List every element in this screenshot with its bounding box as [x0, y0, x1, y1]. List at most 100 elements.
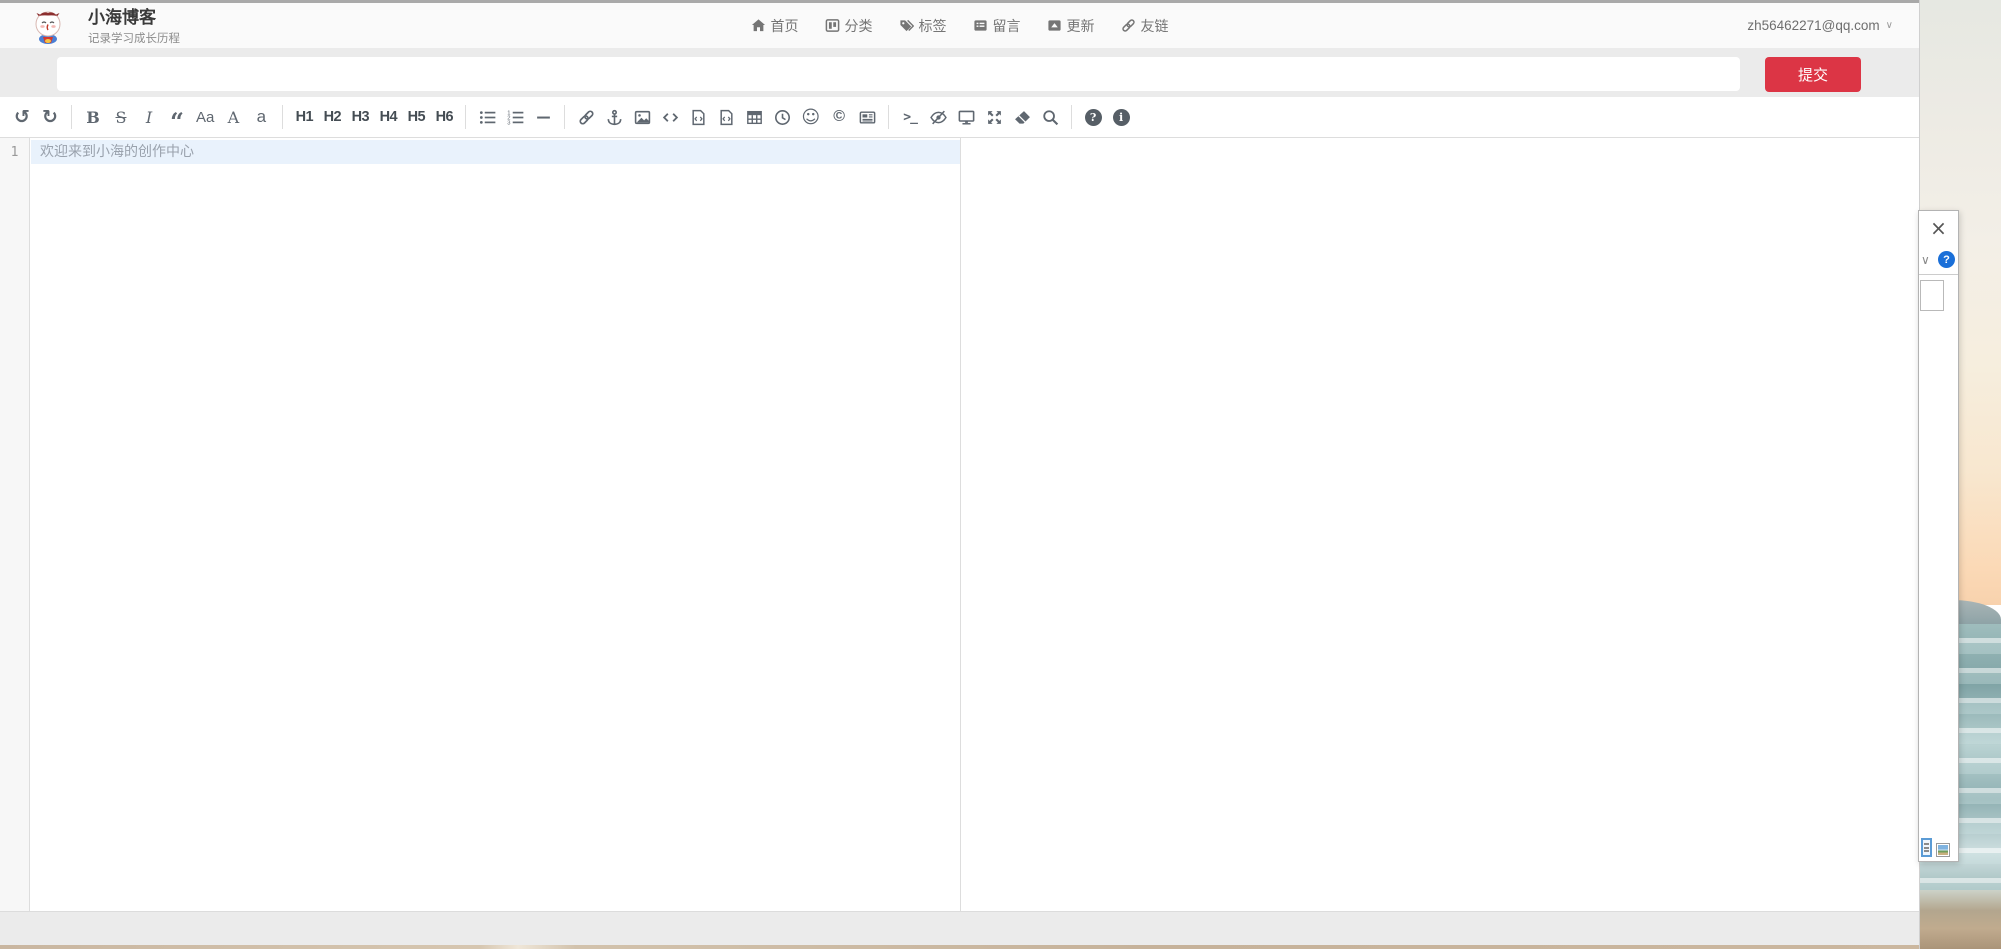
code-block-button[interactable]	[713, 102, 739, 132]
h1-button[interactable]: H1	[291, 102, 317, 132]
extension-popup: × ∨ ?	[1918, 210, 1959, 862]
goto-line-button[interactable]: >_	[897, 102, 923, 132]
search-button[interactable]	[1037, 102, 1063, 132]
reference-link-button[interactable]	[601, 102, 627, 132]
toolbar-divider	[282, 105, 283, 129]
undo-button[interactable]: ↺	[9, 102, 35, 132]
link-icon	[1121, 18, 1136, 33]
fullscreen-button[interactable]	[981, 102, 1007, 132]
pagebreak-button[interactable]	[854, 102, 880, 132]
footer-band	[0, 911, 1919, 945]
code-button[interactable]	[657, 102, 683, 132]
nav-item-message[interactable]: 留言	[973, 16, 1021, 36]
brand[interactable]: 小海博客 记录学习成长历程	[33, 8, 180, 46]
nav-item-updates[interactable]: 更新	[1047, 16, 1095, 36]
info-button[interactable]: i	[1108, 102, 1134, 132]
caret-square-icon	[1047, 18, 1062, 33]
help-icon[interactable]: ?	[1938, 251, 1955, 268]
background-sand	[1920, 890, 2001, 949]
table-icon	[746, 109, 763, 126]
editor-placeholder: 欢迎来到小海的创作中心	[40, 140, 194, 164]
home-icon	[751, 18, 766, 33]
list-view-icon[interactable]	[1921, 838, 1932, 857]
strikethrough-button[interactable]: S	[108, 102, 134, 132]
h6-button[interactable]: H6	[431, 102, 457, 132]
h6-glyph: H6	[436, 109, 454, 125]
eye-slash-icon	[930, 109, 947, 126]
site-avatar	[33, 10, 63, 44]
nav-item-tags[interactable]: 标签	[899, 16, 947, 36]
lowercase-glyph: a	[257, 107, 266, 127]
emoji-glyph: ☺	[801, 107, 820, 128]
table-button[interactable]	[741, 102, 767, 132]
ucwords-glyph: Aa	[196, 109, 214, 126]
toolbar-divider	[1071, 105, 1072, 129]
watch-button[interactable]	[925, 102, 951, 132]
image-button[interactable]	[629, 102, 655, 132]
quote-glyph: “	[170, 107, 184, 127]
nav-item-links[interactable]: 友链	[1121, 16, 1169, 36]
nav-label: 分类	[845, 16, 873, 36]
clock-icon	[774, 109, 791, 126]
preview-button[interactable]	[953, 102, 979, 132]
line-number: 1	[0, 141, 29, 165]
image-view-icon[interactable]	[1936, 843, 1950, 857]
uppercase-button[interactable]: A	[220, 102, 246, 132]
italic-button[interactable]: I	[136, 102, 162, 132]
clear-button[interactable]	[1009, 102, 1035, 132]
eraser-icon	[1014, 109, 1031, 126]
nav-item-home[interactable]: 首页	[751, 16, 799, 36]
lowercase-button[interactable]: a	[248, 102, 274, 132]
svg-text:3: 3	[507, 120, 510, 125]
nav-label: 更新	[1067, 16, 1095, 36]
h4-button[interactable]: H4	[375, 102, 401, 132]
tags-icon	[899, 18, 914, 33]
nav-label: 首页	[771, 16, 799, 36]
code-icon	[662, 109, 679, 126]
markdown-preview-pane	[961, 138, 1919, 911]
arrows-icon	[986, 109, 1003, 126]
newspaper-icon	[859, 109, 876, 126]
markdown-editor: 1 欢迎来到小海的创作中心	[0, 138, 1919, 911]
composer-bar: 提交	[0, 48, 1919, 97]
editor-text-area[interactable]: 欢迎来到小海的创作中心	[31, 138, 960, 911]
h5-glyph: H5	[408, 109, 426, 125]
content-column: 小海博客 记录学习成长历程 首页 分类 标签 留言 更新 友链 zh56462271@qq…	[0, 0, 1920, 949]
popup-input-field[interactable]	[1920, 280, 1944, 311]
post-title-input[interactable]	[57, 57, 1740, 91]
redo-button[interactable]: ↻	[37, 102, 63, 132]
toolbar-divider	[888, 105, 889, 129]
user-menu[interactable]: zh56462271@qq.com ∨	[1747, 3, 1893, 48]
editor-toolbar: ↺↻ BSI “ Aa Aa H1H2H3 H4 H5 H6 123 ☺ © >_? i	[0, 97, 1919, 138]
chevron-down-icon: ∨	[1886, 20, 1893, 31]
hr-button[interactable]	[530, 102, 556, 132]
info-glyph: i	[1113, 109, 1130, 126]
background-bottom-sliver	[0, 945, 1919, 949]
html-entities-button[interactable]: ©	[826, 102, 852, 132]
h2-button[interactable]: H2	[319, 102, 345, 132]
chevron-down-icon[interactable]: ∨	[1921, 253, 1930, 267]
toolbar-divider	[465, 105, 466, 129]
close-icon[interactable]: ×	[1919, 215, 1958, 241]
brand-text: 小海博客 记录学习成长历程	[88, 8, 180, 46]
list-ul-button[interactable]	[474, 102, 500, 132]
image-icon	[634, 109, 651, 126]
list-ol-button[interactable]: 123	[502, 102, 528, 132]
datetime-button[interactable]	[769, 102, 795, 132]
nav-item-category[interactable]: 分类	[825, 16, 873, 36]
help-glyph: ?	[1085, 109, 1102, 126]
columns-icon	[825, 18, 840, 33]
help-button[interactable]: ?	[1080, 102, 1106, 132]
bold-button[interactable]: B	[80, 102, 106, 132]
submit-button[interactable]: 提交	[1765, 57, 1861, 92]
h4-glyph: H4	[380, 109, 398, 125]
quote-button[interactable]: “	[164, 102, 190, 132]
nav-label: 友链	[1141, 16, 1169, 36]
ucwords-button[interactable]: Aa	[192, 102, 218, 132]
h5-button[interactable]: H5	[403, 102, 429, 132]
file-code-icon	[718, 109, 735, 126]
preformatted-text-button[interactable]	[685, 102, 711, 132]
emoji-button[interactable]: ☺	[797, 102, 824, 132]
h3-button[interactable]: H3	[347, 102, 373, 132]
link-button[interactable]	[573, 102, 599, 132]
